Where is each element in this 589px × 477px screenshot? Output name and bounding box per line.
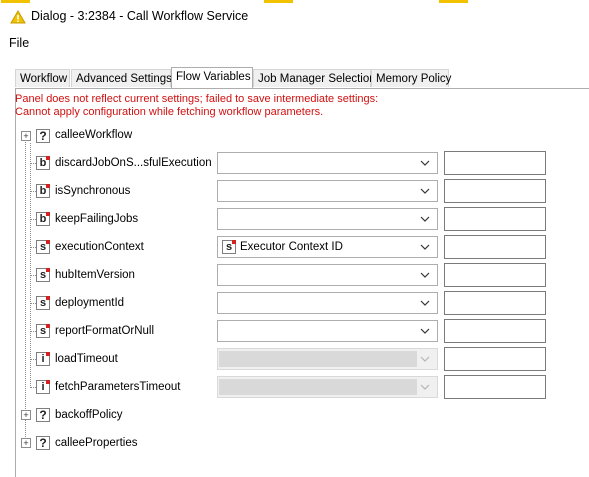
tree-connector xyxy=(25,140,26,443)
type-dot xyxy=(46,352,50,356)
integer-type-icon: i xyxy=(36,352,50,366)
unknown-type-icon: ? xyxy=(36,129,50,143)
chevron-down-icon xyxy=(420,356,430,362)
type-dot xyxy=(46,184,50,188)
tab-strip: Workflow Advanced Settings Flow Variable… xyxy=(15,67,589,88)
tab-flow-variables[interactable]: Flow Variables xyxy=(171,67,253,88)
override-field-hub-item-version[interactable] xyxy=(444,263,546,287)
string-type-icon: s xyxy=(222,240,236,254)
chevron-down-icon xyxy=(420,384,430,390)
override-field-execution-context[interactable] xyxy=(444,235,546,259)
tab-advanced-settings[interactable]: Advanced Settings xyxy=(71,69,172,87)
tree-label-discard-job: discardJobOnS...sfulExecution xyxy=(55,157,212,169)
tab-job-manager-selection[interactable]: Job Manager Selection xyxy=(253,69,376,87)
unknown-type-icon: ? xyxy=(36,436,50,450)
variable-combo-fetch-parameters-timeout xyxy=(217,376,438,398)
type-dot xyxy=(46,268,50,272)
override-field-fetch-parameters-timeout[interactable] xyxy=(444,375,546,399)
tab-workflow[interactable]: Workflow xyxy=(15,69,70,87)
integer-type-icon: i xyxy=(36,380,50,394)
variable-combo-report-format[interactable] xyxy=(217,320,438,342)
variable-combo-discard-job[interactable] xyxy=(217,152,438,174)
tree-label-deployment-id: deploymentId xyxy=(55,297,125,309)
tab-memory-policy[interactable]: Memory Policy xyxy=(371,69,451,87)
variable-combo-deployment-id[interactable] xyxy=(217,292,438,314)
combo-disabled-fill xyxy=(219,379,417,395)
override-field-keep-failing-jobs[interactable] xyxy=(444,207,546,231)
title-accent-bar xyxy=(439,0,468,3)
tree-label-fetch-parameters-timeout: fetchParametersTimeout xyxy=(55,381,181,393)
override-field-is-synchronous[interactable] xyxy=(444,179,546,203)
unknown-type-icon: ? xyxy=(36,408,50,422)
variable-combo-execution-context[interactable]: s Executor Context ID xyxy=(217,236,438,258)
type-dot xyxy=(46,324,50,328)
tree-label-keep-failing-jobs: keepFailingJobs xyxy=(55,213,139,225)
type-dot xyxy=(46,380,50,384)
type-dot xyxy=(232,240,236,244)
chevron-down-icon xyxy=(420,216,430,222)
title-bar: Dialog - 3:2384 - Call Workflow Service xyxy=(0,0,589,33)
tree-label-execution-context: executionContext xyxy=(55,241,144,253)
variable-combo-keep-failing-jobs[interactable] xyxy=(217,208,438,230)
tree-label-is-synchronous: isSynchronous xyxy=(55,185,131,197)
menu-bar: File xyxy=(0,33,589,53)
type-dot xyxy=(46,212,50,216)
title-accent-bar xyxy=(1,0,30,3)
boolean-type-icon: b xyxy=(36,156,50,170)
error-message-line1: Panel does not reflect current settings;… xyxy=(15,93,379,105)
tree-label-hub-item-version: hubItemVersion xyxy=(55,269,135,281)
string-type-icon: s xyxy=(36,324,50,338)
boolean-type-icon: b xyxy=(36,212,50,226)
tree-connector xyxy=(30,143,31,388)
type-dot xyxy=(46,156,50,160)
override-field-load-timeout[interactable] xyxy=(444,347,546,371)
window-title: Dialog - 3:2384 - Call Workflow Service xyxy=(31,9,249,23)
variable-combo-hub-item-version[interactable] xyxy=(217,264,438,286)
override-field-discard-job[interactable] xyxy=(444,151,546,175)
expand-toggle-callee-properties[interactable]: + xyxy=(21,438,31,448)
chevron-down-icon xyxy=(420,188,430,194)
type-dot xyxy=(46,240,50,244)
combo-disabled-fill xyxy=(219,351,417,367)
tree-label-callee-workflow: calleeWorkflow xyxy=(55,129,133,141)
override-field-report-format[interactable] xyxy=(444,319,546,343)
chevron-down-icon xyxy=(420,300,430,306)
boolean-type-icon: b xyxy=(36,184,50,198)
string-type-icon: s xyxy=(36,240,50,254)
tree-label-report-format: reportFormatOrNull xyxy=(55,325,155,337)
warning-triangle-icon xyxy=(10,10,26,24)
tree-label-backoff-policy: backoffPolicy xyxy=(55,409,123,421)
combo-value: Executor Context ID xyxy=(240,241,343,253)
string-type-icon: s xyxy=(36,268,50,282)
menu-file[interactable]: File xyxy=(9,36,29,50)
variable-combo-is-synchronous[interactable] xyxy=(217,180,438,202)
type-dot xyxy=(46,296,50,300)
chevron-down-icon xyxy=(420,244,430,250)
chevron-down-icon xyxy=(420,272,430,278)
string-type-icon: s xyxy=(36,296,50,310)
expand-toggle-callee-workflow[interactable]: + xyxy=(21,131,31,141)
chevron-down-icon xyxy=(420,328,430,334)
override-field-deployment-id[interactable] xyxy=(444,291,546,315)
chevron-down-icon xyxy=(420,160,430,166)
tree-label-callee-properties: calleeProperties xyxy=(55,437,138,449)
variable-combo-load-timeout xyxy=(217,348,438,370)
error-message-line2: Cannot apply configuration while fetchin… xyxy=(15,106,324,118)
tree-label-load-timeout: loadTimeout xyxy=(55,353,118,365)
title-accent-bar xyxy=(264,0,293,3)
expand-toggle-backoff-policy[interactable]: + xyxy=(21,410,31,420)
